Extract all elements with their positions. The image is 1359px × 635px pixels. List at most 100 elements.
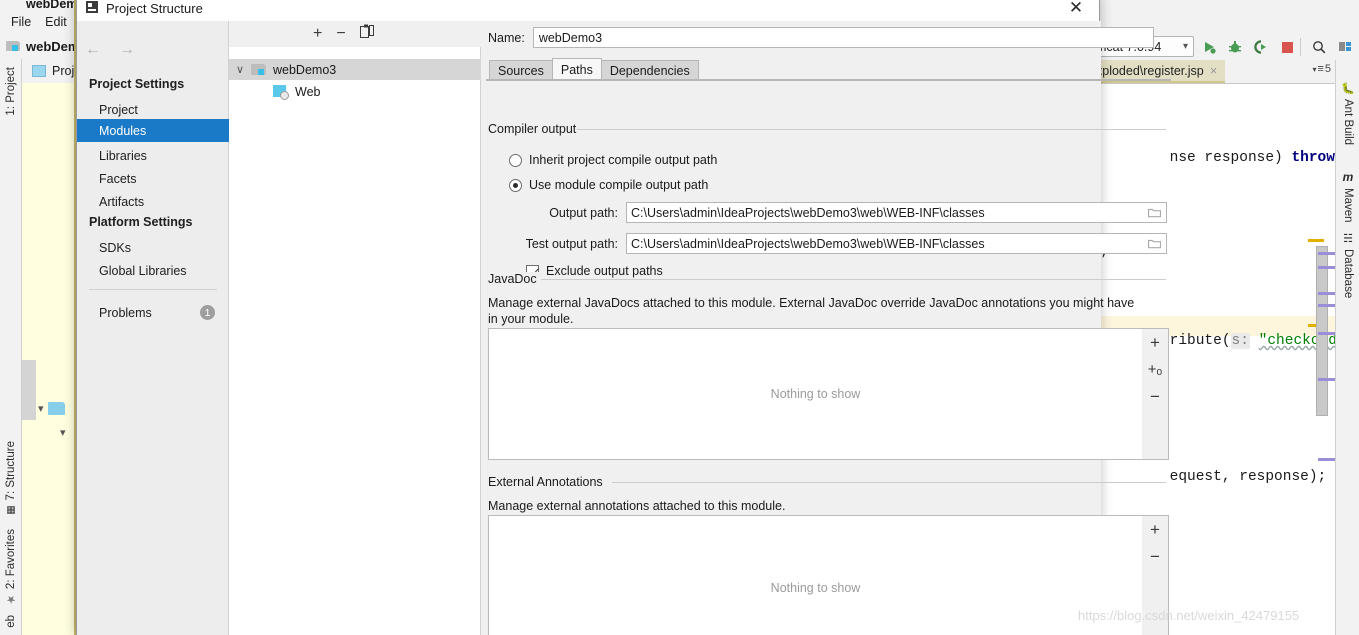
project-chip[interactable]: webDem [6,39,79,54]
add-javadoc-url-button[interactable]: +ₒ [1142,356,1169,383]
dialog-module-tree: + − ∨ webDemo3 Web [229,21,481,635]
section-rule [541,279,1166,280]
run-icon[interactable] [1198,36,1220,58]
menu-file[interactable]: File [4,13,38,31]
folder-icon [47,402,65,415]
sidebar-group-platform-settings: Platform Settings [89,215,193,229]
editor-tab-label: xploded\register.jsp [1096,63,1204,78]
remove-annotation-button[interactable]: − [1142,543,1169,570]
output-path-value: C:\Users\admin\IdeaProjects\webDemo3\web… [631,205,985,220]
tab-dependencies[interactable]: Dependencies [600,60,699,80]
maven-icon: m [1342,170,1354,184]
module-name-input[interactable] [532,27,1154,48]
radio-use-module-output[interactable]: Use module compile output path [509,178,708,192]
module-name-row: Name: [488,27,1154,48]
module-icon [6,40,21,52]
copy-icon[interactable] [359,24,374,44]
add-annotation-button[interactable]: + [1142,516,1169,543]
project-structure-icon[interactable] [1334,36,1356,58]
project-panel-scrollbar[interactable] [22,360,36,420]
folder-icon[interactable] [1147,238,1162,252]
forward-arrow-icon[interactable]: → [119,41,135,59]
sidebar-item-facets[interactable]: Facets [77,167,229,190]
project-tree-expander[interactable]: ▾ [38,402,65,415]
run-with-coverage-icon[interactable] [1250,36,1272,58]
sidebar-item-project[interactable]: Project [77,98,229,121]
editor-inspection-widget[interactable]: ▾ ≡ 5 [1312,63,1331,75]
add-javadoc-button[interactable]: + [1142,329,1169,356]
tool-window-label: 2: Favorites [5,529,17,590]
radio-button[interactable] [509,153,522,167]
tab-sources[interactable]: Sources [489,60,553,80]
left-tool-strip: 1: Project ▦ 7: Structure ★ 2: Favorites… [0,59,22,635]
tool-window-label: eb [5,615,17,628]
sidebar-item-artifacts[interactable]: Artifacts [77,190,229,213]
output-path-field[interactable]: C:\Users\admin\IdeaProjects\webDemo3\web… [626,202,1167,223]
dialog-titlebar[interactable]: Project Structure [77,0,1099,21]
sidebar-item-modules[interactable]: Modules [77,119,229,142]
javadoc-description: Manage external JavaDocs attached to thi… [488,296,1135,326]
tool-window-label: Ant Build [1342,99,1354,146]
external-annotations-description: Manage external annotations attached to … [488,499,786,513]
chevron-down-icon[interactable]: ∨ [229,63,251,76]
back-arrow-icon[interactable]: ← [85,41,101,59]
section-title-compiler-output: Compiler output [488,122,583,136]
sidebar-item-libraries[interactable]: Libraries [77,144,229,167]
sidebar-item-global-libraries[interactable]: Global Libraries [77,259,229,282]
javadoc-list-buttons: + +ₒ − [1142,328,1169,460]
editor-marker [1318,304,1336,307]
project-tree-expander[interactable]: ▾ [60,426,66,439]
debug-icon[interactable] [1224,36,1246,58]
add-module-button[interactable]: + [313,25,322,43]
test-output-path-field[interactable]: C:\Users\admin\IdeaProjects\webDemo3\web… [626,233,1167,254]
tool-window-web[interactable]: eb [2,615,20,628]
editor-scrollbar[interactable] [1316,246,1328,416]
tool-window-ant-build[interactable]: 🐛 Ant Build [1338,82,1358,145]
module-tree-node-web[interactable]: Web [229,81,481,102]
sidebar-divider [89,289,217,290]
toolbar-divider [1300,38,1301,56]
remove-module-button[interactable]: − [336,25,345,43]
close-icon[interactable]: × [1210,63,1218,78]
test-output-path-label: Test output path: [525,236,618,251]
sidebar-item-label: Facets [99,171,137,186]
output-path-label: Output path: [549,205,618,220]
tool-window-favorites[interactable]: ★ 2: Favorites [2,529,20,606]
sidebar-item-label: Global Libraries [99,263,187,278]
tool-window-maven[interactable]: m Maven [1338,170,1358,223]
search-icon[interactable] [1308,36,1330,58]
sidebar-item-label: Libraries [99,148,147,163]
sidebar-item-label: SDKs [99,240,131,255]
close-icon[interactable]: ✕ [1059,0,1093,21]
ant-icon: 🐛 [1341,83,1355,95]
menu-edit[interactable]: Edit [38,13,74,31]
section-title-external-annotations: External Annotations [488,475,609,489]
radio-inherit-project-output[interactable]: Inherit project compile output path [509,153,717,167]
external-annotations-list[interactable]: Nothing to show [488,515,1143,635]
tool-window-label: Database [1342,249,1354,299]
tool-window-database[interactable]: ☵ Database [1338,232,1358,298]
sidebar-item-sdks[interactable]: SDKs [77,236,229,259]
tool-window-project[interactable]: 1: Project [2,67,20,116]
tab-paths[interactable]: Paths [551,58,602,80]
section-title-javadoc: JavaDoc [488,272,543,286]
sidebar-group-project-settings: Project Settings [89,77,185,91]
editor-marker [1318,378,1336,381]
javadoc-list[interactable]: Nothing to show [488,328,1143,460]
tool-window-structure[interactable]: ▦ 7: Structure [2,441,20,515]
test-output-path-value: C:\Users\admin\IdeaProjects\webDemo3\web… [631,236,985,251]
radio-button[interactable] [509,178,522,192]
output-path-row: Output path: C:\Users\admin\IdeaProjects… [481,202,1167,223]
stop-icon[interactable] [1276,36,1298,58]
checkbox-exclude-output-paths[interactable]: Exclude output paths [526,264,663,278]
chevron-down-icon: ▾ [1182,41,1188,52]
remove-javadoc-button[interactable]: − [1142,383,1169,410]
sidebar-item-problems[interactable]: Problems 1 [77,301,229,324]
folder-icon[interactable] [1147,207,1162,221]
chevron-down-icon: ▾ [60,427,66,439]
project-structure-icon [85,0,99,17]
checkbox-label: Exclude output paths [546,264,663,278]
module-tree-node-webdemo3[interactable]: ∨ webDemo3 [229,59,481,80]
problems-count-badge: 1 [200,305,215,320]
chevron-down-icon: ▾ [38,403,44,415]
